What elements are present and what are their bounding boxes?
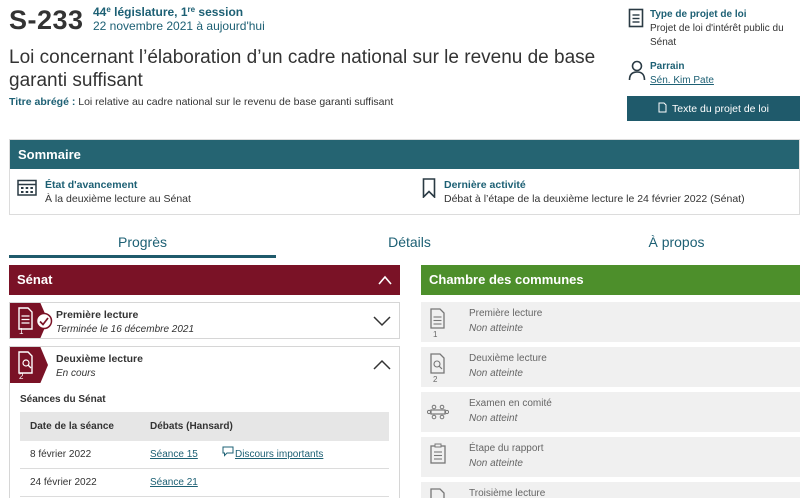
stage-name: Deuxième lecture — [469, 353, 547, 364]
session-info: 44e législature, 1re session 22 novembre… — [93, 5, 265, 33]
stage-status: Non atteinte — [469, 368, 523, 379]
bill-type-label: Type de projet de loi — [650, 9, 747, 20]
bill-title: Loi concernant l’élaboration d’un cadre … — [9, 47, 596, 91]
bill-text-button[interactable]: Texte du projet de loi — [627, 96, 800, 121]
sitting-link[interactable]: Séance 15 — [150, 441, 198, 469]
commons-title: Chambre des communes — [429, 272, 584, 287]
commons-committee[interactable]: Examen en comité Non atteint — [421, 392, 800, 432]
sitting-date: 8 février 2022 — [30, 449, 92, 460]
document-icon — [628, 8, 646, 50]
tab-progress[interactable]: Progrès — [9, 228, 276, 258]
table-header: Date de la séance Débats (Hansard) — [20, 412, 389, 441]
senate-title: Sénat — [17, 272, 53, 287]
last-activity: Dernière activité Débat à l’étape de la … — [422, 178, 745, 206]
commons-report-stage[interactable]: Étape du rapport Non atteinte — [421, 437, 800, 477]
sittings-title: Séances du Sénat — [20, 394, 106, 405]
tab-details[interactable]: Détails — [276, 228, 543, 258]
summary-panel: Sommaire État d'avancement À la deuxième… — [9, 139, 800, 215]
committee-table-icon — [427, 404, 449, 420]
sitting-date: 24 février 2022 — [30, 477, 97, 488]
stage-flag — [421, 482, 455, 498]
status-label: État d'avancement — [45, 179, 138, 191]
stage-flag — [421, 392, 455, 432]
stage-status: En cours — [56, 368, 96, 379]
stage-flag: 1 — [421, 302, 455, 342]
file-icon — [658, 102, 667, 116]
bill-text-label: Texte du projet de loi — [672, 102, 769, 115]
check-circle-icon — [35, 312, 53, 330]
activity-value: Débat à l’étape de la deuxième lecture l… — [444, 193, 745, 205]
stage-status: Non atteinte — [469, 458, 523, 469]
bill-number: S-233 — [9, 5, 84, 35]
commons-first-reading[interactable]: 1 Première lecture Non atteinte — [421, 302, 800, 342]
tab-about[interactable]: À propos — [543, 228, 800, 258]
person-icon — [628, 60, 646, 88]
table-row: 8 février 2022 Séance 15 Discours import… — [20, 441, 389, 469]
stage-number: 2 — [433, 375, 438, 384]
stage-name: Première lecture — [469, 308, 543, 319]
stage-flag: 2 — [10, 347, 48, 383]
stage-number: 2 — [19, 372, 24, 381]
col-date: Date de la séance — [30, 421, 114, 432]
stage-number: 1 — [19, 327, 24, 336]
sponsor-link[interactable]: Sén. Kim Pate — [650, 75, 714, 86]
session-dates: 22 novembre 2021 à aujourd'hui — [93, 19, 265, 33]
progress-status: État d'avancement À la deuxième lecture … — [17, 178, 191, 206]
calendar-icon — [17, 178, 39, 206]
stage-number: 1 — [433, 330, 438, 339]
important-speeches-link[interactable]: Discours importants — [235, 441, 323, 469]
document-search-icon — [430, 353, 445, 374]
sittings-table: Date de la séance Débats (Hansard) 8 fév… — [20, 412, 389, 497]
bill-type-block: Type de projet de loi Projet de loi d'in… — [628, 8, 800, 50]
stage-name: Examen en comité — [469, 398, 552, 409]
table-row: 24 février 2022 Séance 21 — [20, 469, 389, 497]
status-value: À la deuxième lecture au Sénat — [45, 193, 191, 205]
stage-flag: 2 — [421, 347, 455, 387]
clipboard-icon — [430, 443, 446, 464]
stage-status: Terminée le 16 décembre 2021 — [56, 324, 195, 335]
commons-header[interactable]: Chambre des communes — [421, 265, 800, 295]
stage-flag — [421, 437, 455, 477]
short-title-value: Loi relative au cadre national sur le re… — [78, 96, 394, 108]
sponsor-block: Parrain Sén. Kim Pate — [628, 60, 714, 88]
commons-third-reading[interactable]: Troisième lecture — [421, 482, 800, 498]
sponsor-label: Parrain — [650, 61, 685, 72]
bill-type-value: Projet de loi d'intérêt public du Sénat — [650, 23, 784, 48]
speech-bubble-icon — [222, 441, 234, 469]
chevron-up-icon — [378, 275, 392, 285]
stage-status: Non atteint — [469, 413, 518, 424]
senate-sittings: Séances du Sénat Date de la séance Débat… — [9, 383, 400, 498]
col-debates: Débats (Hansard) — [150, 421, 233, 432]
short-title: Titre abrégé : Loi relative au cadre nat… — [9, 96, 393, 108]
stage-name: Deuxième lecture — [56, 353, 143, 365]
stage-status: Non atteinte — [469, 323, 523, 334]
summary-header: Sommaire — [10, 140, 799, 169]
stage-name: Étape du rapport — [469, 443, 544, 454]
sitting-link[interactable]: Séance 21 — [150, 469, 198, 497]
stage-name: Première lecture — [56, 309, 139, 321]
senate-second-reading[interactable]: 2 Deuxième lecture En cours — [9, 346, 400, 383]
legislature: 44e législature, 1re session — [93, 5, 244, 19]
document-icon — [430, 308, 445, 329]
bookmark-icon — [422, 178, 438, 206]
commons-second-reading[interactable]: 2 Deuxième lecture Non atteinte — [421, 347, 800, 387]
stage-name: Troisième lecture — [469, 488, 546, 498]
senate-header[interactable]: Sénat — [9, 265, 400, 295]
short-title-label: Titre abrégé : — [9, 96, 76, 108]
senate-first-reading[interactable]: 1 Première lecture Terminée le 16 décemb… — [9, 302, 400, 339]
document-icon — [430, 488, 445, 498]
activity-label: Dernière activité — [444, 179, 526, 191]
tab-bar: Progrès Détails À propos — [9, 228, 800, 258]
chevron-up-icon — [373, 359, 391, 370]
chevron-down-icon — [373, 316, 391, 327]
